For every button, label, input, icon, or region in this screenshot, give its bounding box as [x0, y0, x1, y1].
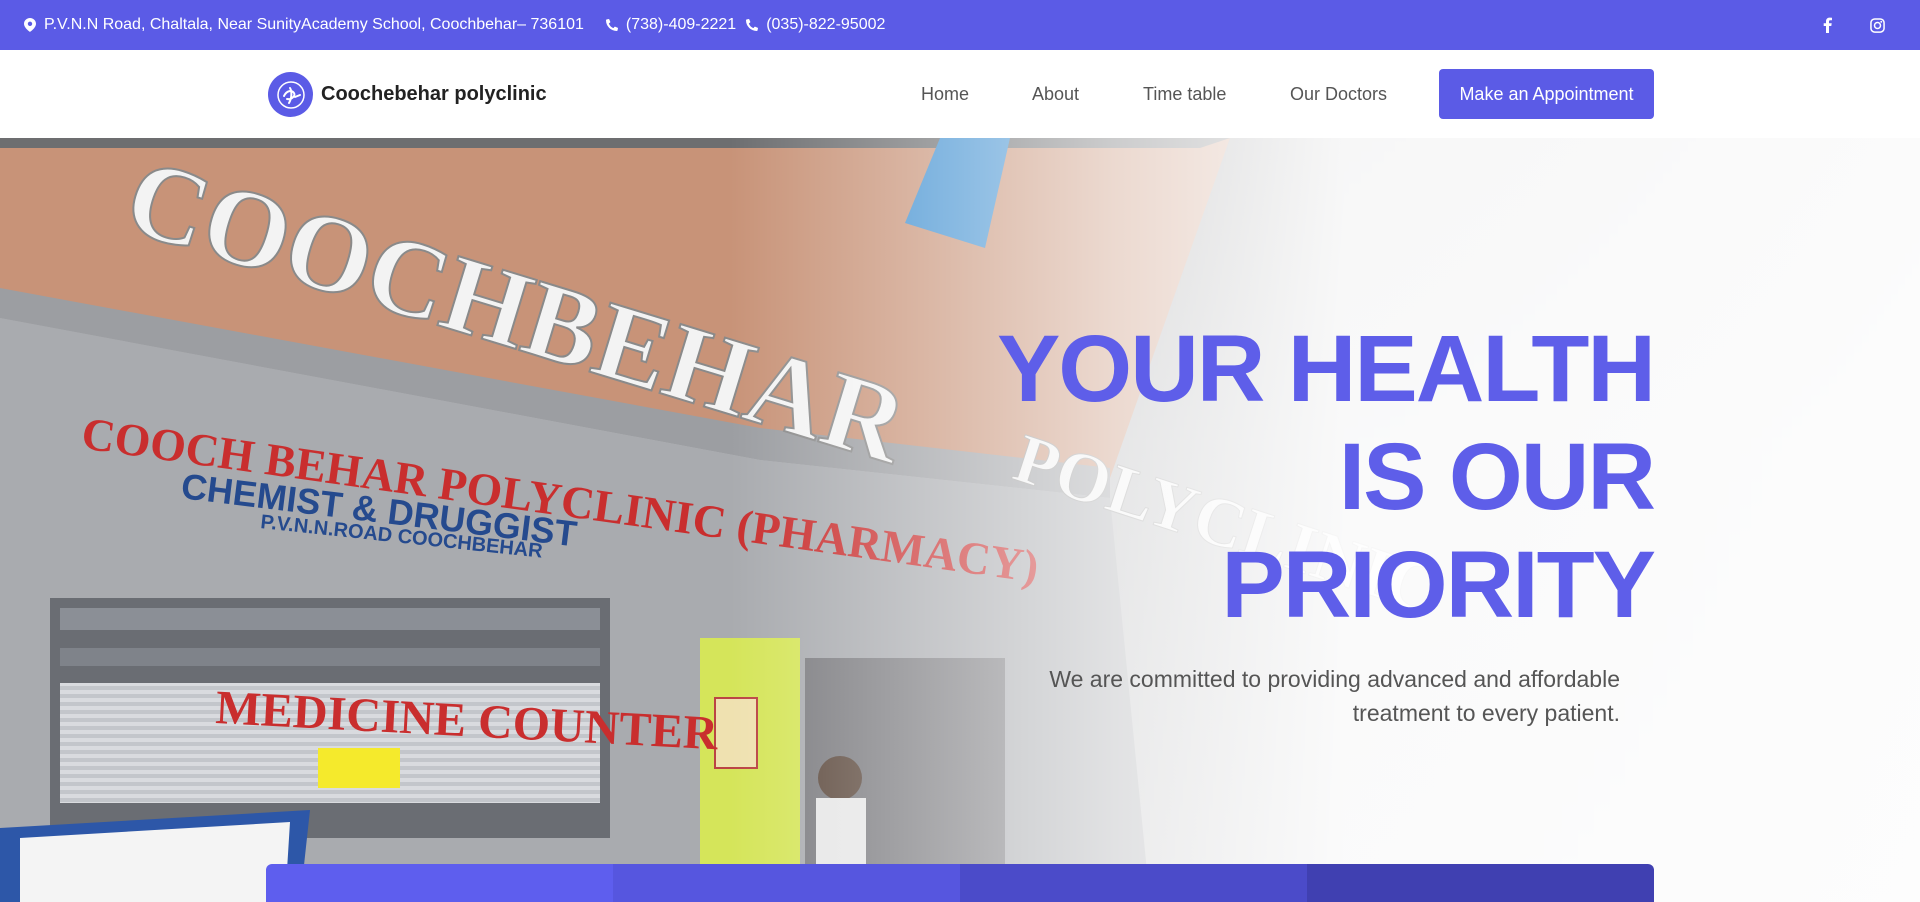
nav-our-doctors[interactable]: Our Doctors — [1290, 84, 1387, 105]
feature-bar-2[interactable] — [613, 864, 960, 902]
brand-name: Coochebehar polyclinic — [321, 83, 547, 105]
feature-bar-4[interactable] — [1307, 864, 1654, 902]
feature-bars — [266, 864, 1654, 902]
site-header: Coochebehar polyclinic Home About Time t… — [0, 50, 1920, 138]
hero-section: COOCH BEHAR POLYCLINIC (PHARMACY) CHEMIS… — [0, 138, 1920, 902]
feature-bar-3[interactable] — [960, 864, 1307, 902]
make-appointment-button[interactable]: Make an Appointment — [1439, 69, 1654, 119]
phone-icon — [746, 18, 759, 32]
top-info-bar: P.V.N.N Road, Chaltala, Near SunityAcade… — [0, 0, 1920, 50]
phone-item-2[interactable]: (035)-822-95002 — [746, 16, 885, 34]
facebook-icon[interactable] — [1818, 16, 1836, 34]
headline-line-1: YOUR HEALTH — [996, 316, 1656, 422]
hero-headline: YOUR HEALTH IS OUR PRIORITY — [996, 315, 1656, 639]
feature-bar-1[interactable] — [266, 864, 613, 902]
nav-time-table[interactable]: Time table — [1143, 84, 1226, 105]
instagram-icon[interactable] — [1868, 16, 1886, 34]
logo-icon — [268, 72, 313, 117]
phone-text-2: (035)-822-95002 — [766, 16, 886, 33]
address-item: P.V.N.N Road, Chaltala, Near SunityAcade… — [24, 16, 584, 34]
phone-icon — [605, 18, 618, 32]
address-text: P.V.N.N Road, Chaltala, Near SunityAcade… — [44, 16, 584, 33]
hero-subtitle: We are committed to providing advanced a… — [1049, 666, 1620, 726]
contact-info: P.V.N.N Road, Chaltala, Near SunityAcade… — [24, 0, 885, 50]
brand[interactable]: Coochebehar polyclinic — [268, 72, 547, 117]
social-links — [1786, 0, 1886, 50]
phone-text-1: (738)-409-2221 — [625, 16, 737, 33]
headline-line-2: IS OUR — [1338, 424, 1656, 530]
phone-item-1[interactable]: (738)-409-2221 — [605, 16, 737, 34]
nav-home[interactable]: Home — [921, 84, 969, 105]
map-pin-icon — [24, 18, 36, 32]
headline-line-3: PRIORITY — [1221, 532, 1656, 638]
nav-about[interactable]: About — [1032, 84, 1079, 105]
